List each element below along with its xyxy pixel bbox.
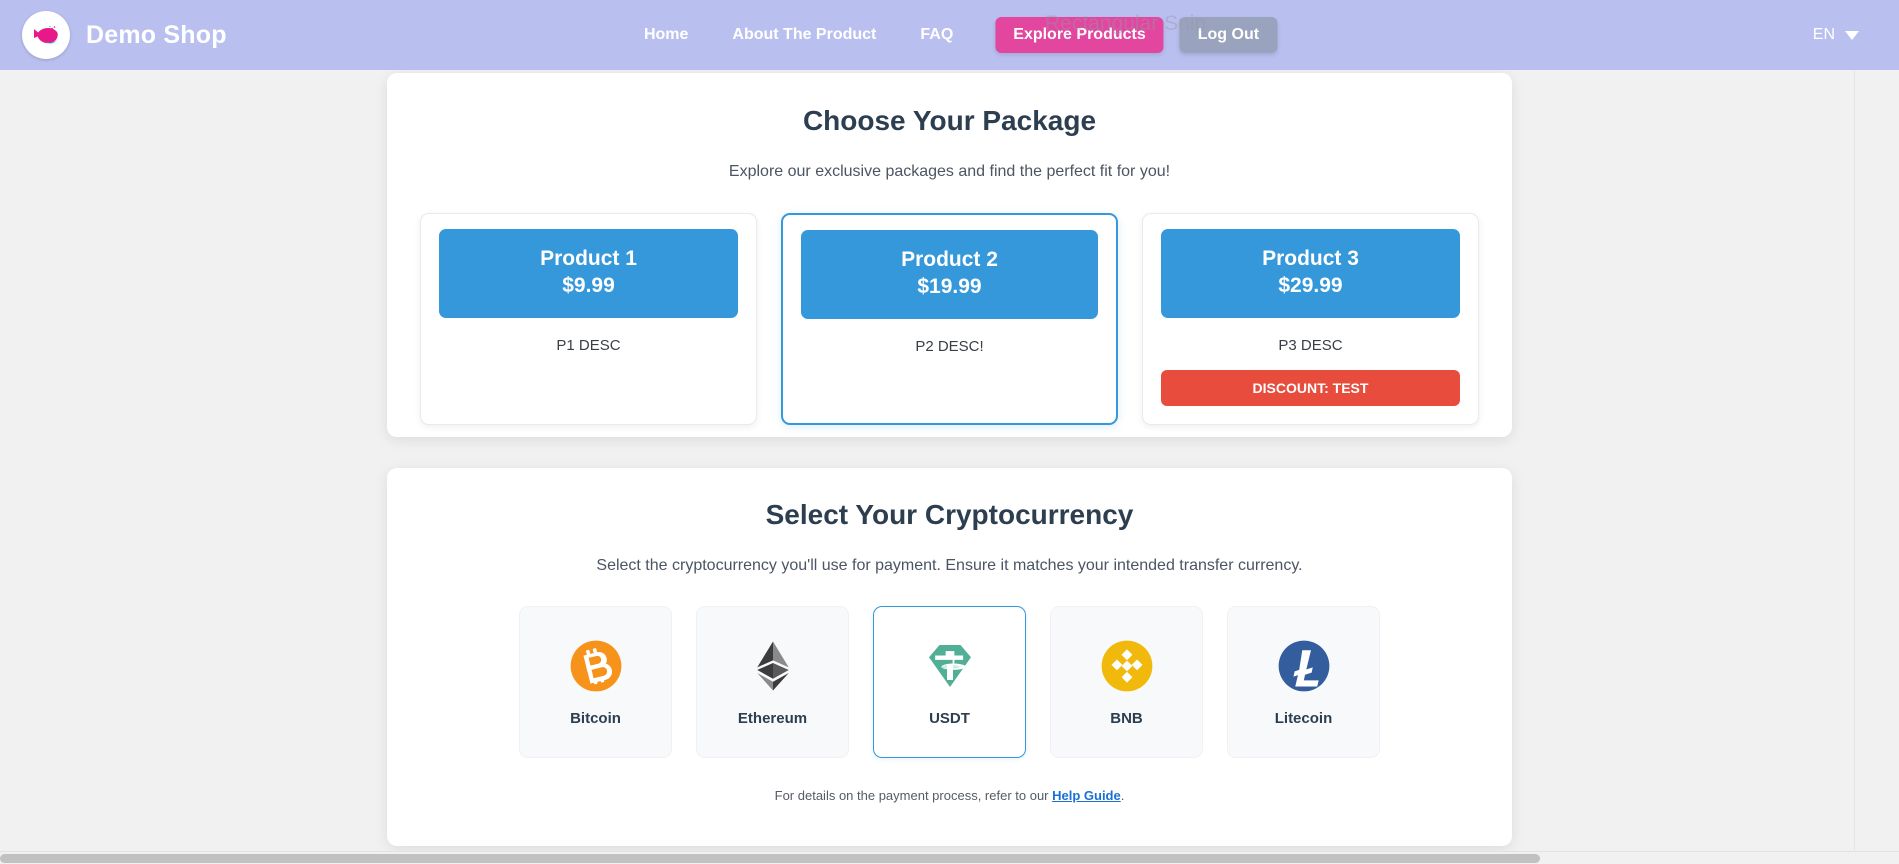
crypto-option-usdt[interactable]: USDT	[873, 606, 1026, 758]
bitcoin-icon	[570, 640, 621, 691]
explore-products-button[interactable]: Explore Products	[995, 17, 1164, 53]
crypto-title: Select Your Cryptocurrency	[765, 499, 1134, 530]
chevron-down-icon	[1845, 30, 1859, 40]
product-1-header: Product 1 $9.99	[439, 229, 738, 318]
nav-link-faq[interactable]: FAQ	[898, 18, 975, 52]
horizontal-scrollbar[interactable]	[0, 851, 1899, 864]
crypto-option-ethereum-label: Ethereum	[737, 709, 808, 727]
help-guide-link[interactable]: Help Guide	[1052, 788, 1121, 803]
horizontal-scrollbar-thumb[interactable]	[0, 854, 1540, 863]
nav-links: Home About The Product FAQ Explore Produ…	[622, 17, 1278, 53]
page-viewport: Choose Your Package Explore our exclusiv…	[0, 70, 1855, 851]
product-1-price: $9.99	[562, 274, 615, 298]
help-line: For details on the payment process, refe…	[387, 788, 1512, 803]
crypto-option-bnb[interactable]: BNB	[1050, 606, 1203, 758]
crypto-option-bnb-label: BNB	[1110, 709, 1143, 727]
right-gutter	[1856, 70, 1899, 851]
nav-link-about-the-product[interactable]: About The Product	[710, 18, 898, 52]
product-1-description: P1 DESC	[556, 336, 621, 354]
product-3-name: Product 3	[1262, 247, 1359, 270]
product-2-name: Product 2	[901, 248, 998, 271]
product-3-discount-badge[interactable]: DISCOUNT: TEST	[1161, 369, 1460, 406]
product-card-1[interactable]: Product 1 $9.99 P1 DESC	[420, 213, 757, 425]
product-2-header: Product 2 $19.99	[801, 230, 1098, 319]
product-2-description: P2 DESC!	[915, 337, 984, 355]
product-3-description: P3 DESC	[1278, 336, 1343, 354]
language-label: EN	[1812, 26, 1835, 43]
page-title: Choose Your Package	[802, 105, 1097, 136]
product-3-price: $29.99	[1278, 274, 1343, 298]
product-card-3[interactable]: Product 3 $29.99 P3 DESC DISCOUNT: TEST	[1142, 213, 1479, 425]
crypto-option-bitcoin[interactable]: Bitcoin	[519, 606, 672, 758]
ethereum-icon	[756, 641, 789, 690]
brand-title: Demo Shop	[86, 20, 227, 49]
nav-link-home[interactable]: Home	[622, 18, 710, 52]
crypto-option-litecoin[interactable]: Litecoin	[1227, 606, 1380, 758]
crypto-option-usdt-label: USDT	[929, 709, 970, 727]
packages-subtitle: Explore our exclusive packages and find …	[728, 163, 1171, 180]
select-cryptocurrency-panel: Select Your Cryptocurrency Select the cr…	[387, 468, 1512, 846]
product-1-name: Product 1	[540, 247, 637, 270]
top-navbar: Rectangular Snip Demo Shop Home About Th…	[0, 0, 1899, 70]
product-card-2[interactable]: Product 2 $19.99 P2 DESC!	[781, 213, 1118, 425]
brand[interactable]: Demo Shop	[22, 11, 227, 59]
crypto-option-ethereum[interactable]: Ethereum	[696, 606, 849, 758]
language-selector[interactable]: EN	[1813, 26, 1859, 44]
tether-icon	[928, 644, 971, 687]
product-list: Product 1 $9.99 P1 DESC Product 2 $19.99…	[387, 213, 1512, 425]
product-2-price: $19.99	[917, 275, 982, 299]
log-out-button[interactable]: Log Out	[1179, 17, 1278, 53]
help-prefix: For details on the payment process, refe…	[774, 788, 1053, 803]
crypto-option-litecoin-label: Litecoin	[1274, 709, 1333, 727]
whale-logo-icon	[22, 11, 70, 59]
crypto-option-bitcoin-label: Bitcoin	[570, 709, 621, 727]
help-suffix: .	[1120, 788, 1125, 803]
crypto-subtitle: Select the cryptocurrency you'll use for…	[596, 557, 1303, 574]
product-3-header: Product 3 $29.99	[1161, 229, 1460, 318]
bnb-icon	[1101, 640, 1152, 691]
choose-package-panel: Choose Your Package Explore our exclusiv…	[387, 73, 1512, 437]
crypto-option-list: Bitcoin Ethereum USDT BNB Litecoin	[387, 606, 1512, 758]
litecoin-icon	[1278, 640, 1329, 691]
